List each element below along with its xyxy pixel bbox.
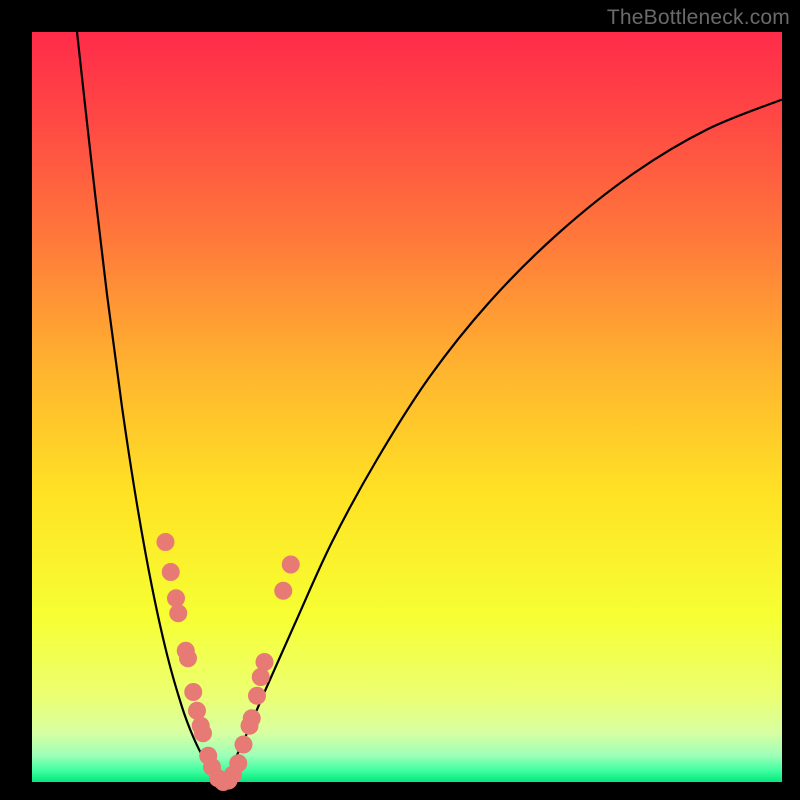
data-marker [179, 649, 197, 667]
data-marker [169, 604, 187, 622]
data-marker [243, 709, 261, 727]
data-marker [256, 653, 274, 671]
data-marker [194, 724, 212, 742]
data-marker [162, 563, 180, 581]
data-marker [252, 668, 270, 686]
plot-area [32, 32, 782, 782]
data-marker [229, 754, 247, 772]
data-marker [282, 556, 300, 574]
watermark-text: TheBottleneck.com [607, 6, 790, 30]
curves-layer [32, 32, 782, 782]
data-marker [248, 687, 266, 705]
left-curve [77, 32, 223, 782]
data-marker [274, 582, 292, 600]
right-curve [223, 100, 782, 783]
data-marker [188, 702, 206, 720]
data-marker [157, 533, 175, 551]
data-marker [235, 736, 253, 754]
chart-frame: TheBottleneck.com [0, 0, 800, 800]
data-marker [184, 683, 202, 701]
